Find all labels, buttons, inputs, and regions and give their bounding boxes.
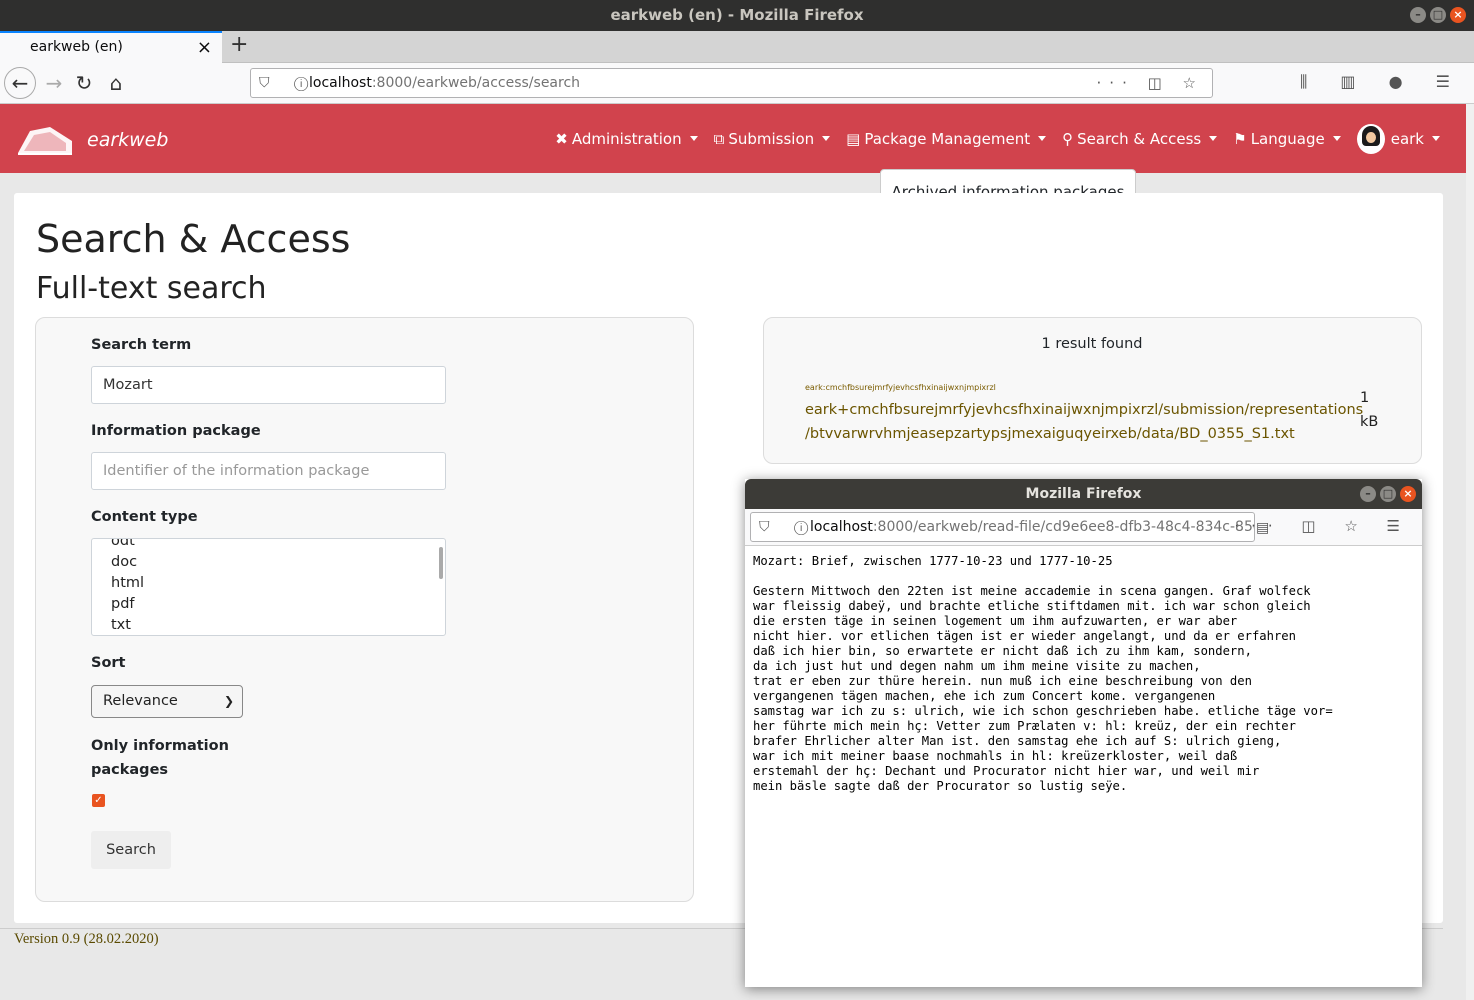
sort-value: Relevance [103,693,178,709]
popup-navbar: ⛉ ⓘ localhost:8000/earkweb/read-file/cd9… [745,509,1422,546]
package-id: eark:cmchfbsurejmrfyjevhcsfhxinaijwxnjmp… [805,383,996,392]
list-item[interactable]: html [92,573,445,594]
tab-title: earkweb (en) [30,39,123,55]
result-path-1: eark+cmchfbsurejmrfyjevhcsfhxinaijwxnjmp… [805,402,1364,418]
search-button[interactable]: Search [91,831,171,869]
home-button[interactable]: ⌂ [102,69,130,97]
list-item[interactable]: doc [92,552,445,573]
tab-bar: earkweb (en) × + [0,31,1474,63]
menu-language[interactable]: ⚑ Language [1233,129,1341,148]
list-item[interactable]: pdf [92,594,445,615]
window-title: earkweb (en) - Mozilla Firefox [610,6,864,24]
maximize-button[interactable]: □ [1430,7,1446,23]
avatar [1356,123,1385,154]
size-number: 1 [1360,390,1370,406]
only-packages-label: Only information [91,738,229,754]
minimize-button[interactable]: – [1410,7,1426,23]
popup-titlebar: Mozilla Firefox – □ × [745,479,1422,509]
shield-icon: ⛉ ⓘ [259,75,319,91]
url-host: localhost [309,75,372,91]
search-icon: ⚲ [1062,129,1074,148]
popup-close-button[interactable]: × [1400,486,1416,502]
main-menu: ✖ Administration ⧉ Submission ▤ Package … [539,104,1440,173]
popup-window: Mozilla Firefox – □ × ⛉ ⓘ localhost:8000… [745,479,1422,987]
close-window-button[interactable]: × [1450,7,1466,23]
reload-button[interactable]: ↻ [70,69,98,97]
menu-label: Package Management [864,129,1031,148]
popup-toolbar-icons[interactable]: ··· ◫ ☆ ☰ [1234,517,1412,535]
content-type-label: Content type [91,509,198,525]
popup-minimize-button[interactable]: – [1360,486,1376,502]
menu-submission[interactable]: ⧉ Submission [714,130,831,148]
only-packages-checkbox[interactable]: ✓ [92,794,105,807]
search-term-input[interactable]: Mozart [91,366,446,404]
list-scrollbar[interactable] [437,539,445,635]
forward-button[interactable]: → [40,69,68,97]
window-titlebar: earkweb (en) - Mozilla Firefox – □ × [0,0,1474,31]
new-tab-button[interactable]: + [230,32,248,57]
menu-user[interactable]: eark [1356,123,1440,154]
back-button[interactable]: ← [4,67,36,99]
menu-label: Administration [571,129,682,148]
app-brand[interactable]: earkweb [87,129,168,151]
version-text: Version 0.9 (28.02.2020) [14,931,159,947]
file-content: Mozart: Brief, zwischen 1777-10-23 und 1… [753,554,1333,793]
menu-package-management[interactable]: ▤ Package Management [846,129,1047,148]
navigation-bar: ← → ↻ ⌂ ⛉ ⓘ localhost:8000/earkweb/acces… [0,63,1474,104]
page-actions-icon[interactable]: ··· ◫ ☆ [1097,69,1204,97]
shield-icon: ⛉ ⓘ [759,519,819,535]
url-bar[interactable]: ⛉ ⓘ localhost:8000/earkweb/access/search… [250,68,1213,98]
sitemap-icon: ⧉ [713,129,725,148]
page-scrollbar[interactable] [1466,104,1474,1000]
list-item[interactable]: odt [92,539,445,552]
app-navbar: earkweb ✖ Administration ⧉ Submission ▤ … [0,104,1466,173]
sort-label: Sort [91,655,126,671]
search-term-label: Search term [91,337,192,353]
popup-maximize-button[interactable]: □ [1380,486,1396,502]
menu-search-access[interactable]: ⚲ Search & Access [1062,129,1218,148]
package-input[interactable]: Identifier of the information package [91,452,446,490]
result-count: 1 result found [1041,336,1143,352]
content-type-list[interactable]: odt doc html pdf txt [91,538,446,636]
menu-label: Language [1250,129,1325,148]
flag-icon: ⚑ [1233,129,1247,148]
size-unit: kB [1360,414,1379,430]
list-item[interactable]: txt [92,615,445,635]
menu-label: Submission [728,129,815,148]
page-subtitle: Full-text search [36,271,267,306]
toolbar-icons[interactable]: ⫼ ▥ ● ☰ [1300,72,1464,92]
menu-label: Search & Access [1077,129,1202,148]
url-path: :8000/earkweb/access/search [371,75,581,91]
page-title: Search & Access [36,217,351,261]
only-packages-label-2: packages [91,762,169,778]
close-tab-icon[interactable]: × [197,37,212,58]
sort-select[interactable]: Relevance ❯ [91,685,243,718]
popup-title: Mozilla Firefox [1025,486,1142,502]
package-label: Information package [91,423,261,439]
earkweb-logo-icon [18,127,72,155]
menu-administration[interactable]: ✖ Administration [555,129,698,148]
popup-url-host: localhost [810,519,873,535]
wrench-icon: ✖ [555,129,568,148]
popup-url-bar[interactable]: ⛉ ⓘ localhost:8000/earkweb/read-file/cd9… [750,512,1255,542]
user-name: eark [1390,129,1424,148]
chevron-down-icon: ❯ [223,694,234,708]
browser-tab[interactable]: earkweb (en) × [0,31,222,63]
result-link[interactable]: eark+cmchfbsurejmrfyjevhcsfhxinaijwxnjmp… [805,398,1364,446]
archive-icon: ▤ [846,129,861,148]
popup-url-path: :8000/earkweb/read-file/cd9e6ee8-dfb3-48… [872,519,1255,535]
result-size: 1 kB [1360,386,1390,434]
result-path-2: /btvvarwrvhmjeasepzartypsjmexaiguqyeirxe… [805,426,1295,442]
